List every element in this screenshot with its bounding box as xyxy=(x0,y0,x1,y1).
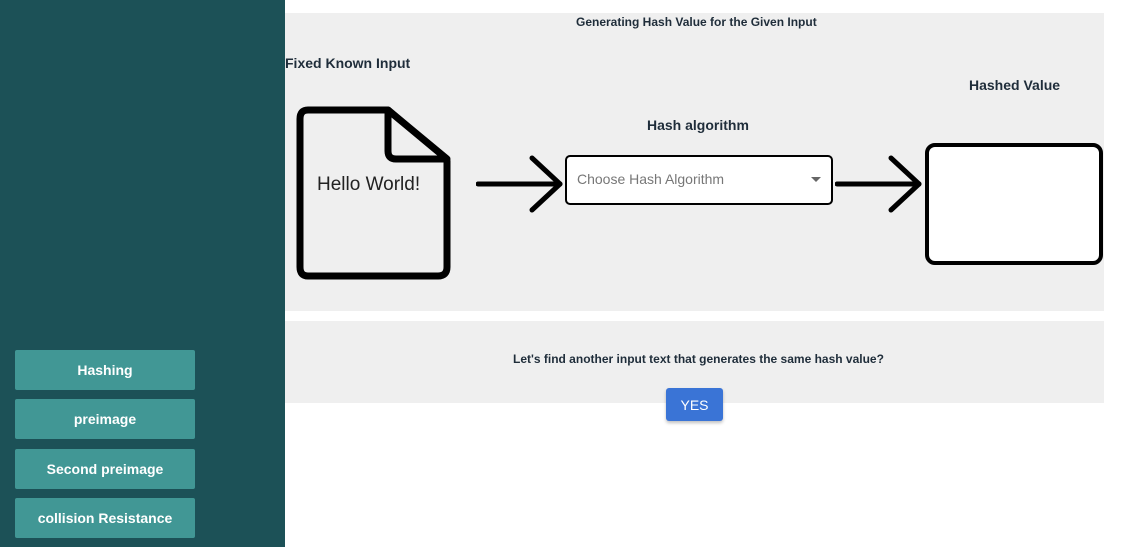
input-label: Fixed Known Input xyxy=(285,55,411,71)
input-text: Hello World! xyxy=(317,174,421,195)
nav-hashing-button[interactable]: Hashing xyxy=(15,350,195,390)
nav-second-preimage-button[interactable]: Second preimage xyxy=(15,449,195,489)
nav-preimage-button[interactable]: preimage xyxy=(15,399,195,439)
arrow-right-icon xyxy=(835,155,922,213)
chevron-down-icon xyxy=(811,177,821,182)
arrow-right-icon xyxy=(476,155,563,213)
panel-title: Generating Hash Value for the Given Inpu… xyxy=(576,15,817,29)
hash-algorithm-select[interactable]: Choose Hash Algorithm xyxy=(565,155,833,205)
nav-collision-resistance-button[interactable]: collision Resistance xyxy=(15,498,195,538)
hashed-value-box xyxy=(925,143,1103,265)
sidebar: Hashing preimage Second preimage collisi… xyxy=(0,0,285,547)
output-label: Hashed Value xyxy=(969,77,1061,93)
select-placeholder: Choose Hash Algorithm xyxy=(577,171,725,187)
yes-button[interactable]: YES xyxy=(666,388,723,421)
algorithm-label: Hash algorithm xyxy=(647,117,749,133)
collision-question: Let's find another input text that gener… xyxy=(513,352,884,366)
